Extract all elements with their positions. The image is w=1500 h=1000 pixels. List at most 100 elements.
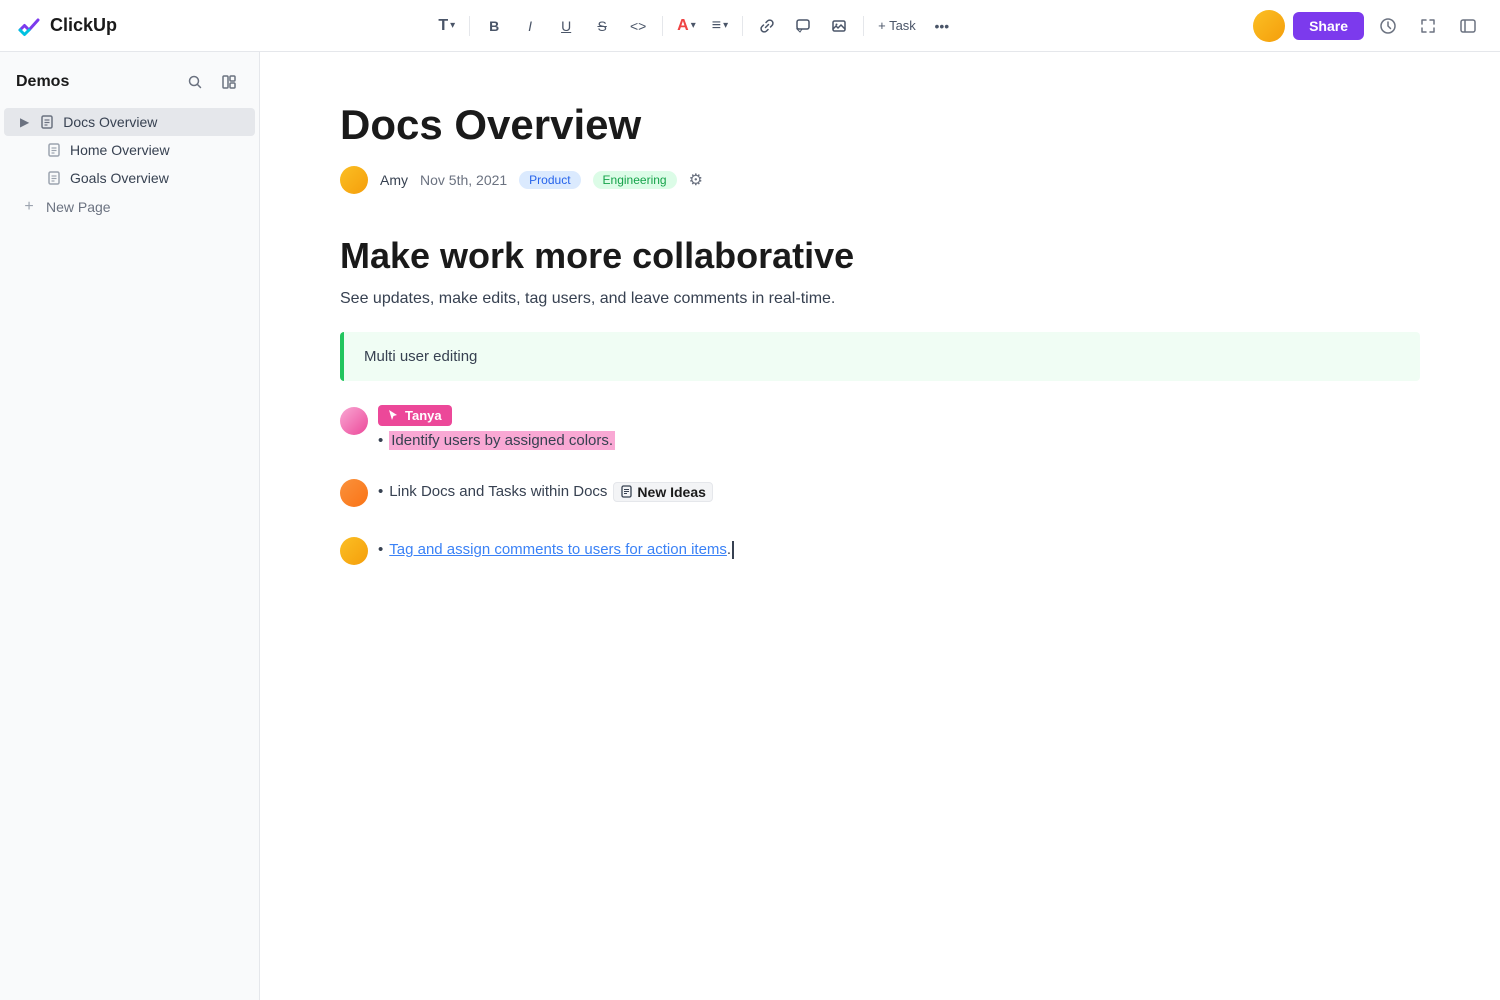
cursor-tanya: Tanya <box>378 405 452 426</box>
goals-docs-icon <box>46 170 62 186</box>
author-name: Amy <box>380 172 408 188</box>
workspace-title: Demos <box>16 73 69 91</box>
list-item-3-content: • Tag and assign comments to users for a… <box>378 541 1420 559</box>
sidebar-goals-overview-label: Goals Overview <box>70 170 169 186</box>
sidebar-toggle-button[interactable] <box>1452 10 1484 42</box>
layout-icon <box>221 74 237 90</box>
comment-icon <box>795 18 811 34</box>
separator-3 <box>742 16 743 36</box>
list-item-1-text: • Identify users by assigned colors. <box>378 432 1420 449</box>
sidebar-new-page[interactable]: + New Page <box>4 192 255 222</box>
bullet-2: • <box>378 483 383 500</box>
toolbar-right: Share <box>1253 10 1484 42</box>
bullet-1: • <box>378 432 383 449</box>
app-logo[interactable]: ClickUp <box>16 12 117 40</box>
code-button[interactable]: <> <box>622 10 654 42</box>
docs-icon <box>39 114 55 130</box>
section-heading: Make work more collaborative <box>340 234 1420 277</box>
toolbar-formatting: T ▾ B I U S <> A ▾ ≡ ▾ <box>145 10 1245 42</box>
more-button[interactable]: ••• <box>926 10 958 42</box>
sidebar-item-docs-overview[interactable]: ▶ Docs Overview <box>4 108 255 136</box>
author-avatar <box>340 166 368 194</box>
avatar-amy-list <box>340 537 368 565</box>
sidebar-icon <box>1459 17 1477 35</box>
tag-product[interactable]: Product <box>519 171 580 189</box>
italic-button[interactable]: I <box>514 10 546 42</box>
home-docs-icon <box>46 142 62 158</box>
separator-2 <box>662 16 663 36</box>
clock-icon <box>1379 17 1397 35</box>
underline-button[interactable]: U <box>550 10 582 42</box>
sidebar-item-home-overview[interactable]: Home Overview <box>4 136 255 164</box>
sidebar-item-goals-overview[interactable]: Goals Overview <box>4 164 255 192</box>
callout-block: Multi user editing <box>340 332 1420 381</box>
time-button[interactable] <box>1372 10 1404 42</box>
expand-button[interactable] <box>1412 10 1444 42</box>
sidebar-layout-button[interactable] <box>215 68 243 96</box>
align-dropdown-arrow: ▾ <box>723 20 728 31</box>
expand-icon <box>1419 17 1437 35</box>
avatar-ivan <box>340 479 368 507</box>
search-icon <box>187 74 203 90</box>
highlight-text-1: Identify users by assigned colors. <box>389 431 615 450</box>
doc-link-chip[interactable]: New Ideas <box>613 482 712 502</box>
list-item-2: • Link Docs and Tasks within Docs New Id… <box>340 477 1420 507</box>
sidebar: Demos ▶ <box>0 52 260 1000</box>
sidebar-arrow-docs: ▶ <box>20 115 29 129</box>
strikethrough-button[interactable]: S <box>586 10 618 42</box>
color-dropdown-arrow: ▾ <box>691 20 696 31</box>
list-item-3-text: • Tag and assign comments to users for a… <box>378 541 1420 559</box>
callout-text: Multi user editing <box>364 348 477 365</box>
doc-meta: Amy Nov 5th, 2021 Product Engineering ⚙ <box>340 166 1420 194</box>
bold-button[interactable]: B <box>478 10 510 42</box>
sidebar-header-icons <box>181 68 243 96</box>
comment-button[interactable] <box>787 10 819 42</box>
image-button[interactable] <box>823 10 855 42</box>
text-format-button[interactable]: T ▾ <box>432 10 461 42</box>
tag-engineering[interactable]: Engineering <box>593 171 677 189</box>
toolbar: ClickUp T ▾ B I U S <> A ▾ ≡ ▾ <box>0 0 1500 52</box>
text-cursor <box>732 541 734 559</box>
color-button[interactable]: A ▾ <box>671 10 702 42</box>
link-icon <box>759 18 775 34</box>
content-area: Docs Overview Amy Nov 5th, 2021 Product … <box>260 52 1500 1000</box>
avatar-tanya <box>340 407 368 435</box>
add-task-button[interactable]: + Task <box>872 10 922 42</box>
bullet-3: • <box>378 541 383 558</box>
doc-chip-icon <box>620 485 633 498</box>
color-a-icon: A <box>677 17 689 35</box>
separator-1 <box>469 16 470 36</box>
main-area: Demos ▶ <box>0 52 1500 1000</box>
tanya-cursor-icon <box>388 409 398 421</box>
sidebar-docs-overview-label: Docs Overview <box>63 114 157 130</box>
doc-link-label: New Ideas <box>637 484 705 500</box>
sidebar-home-overview-label: Home Overview <box>70 142 170 158</box>
share-button[interactable]: Share <box>1293 12 1364 40</box>
period: . <box>727 541 731 558</box>
list-item-2-content: • Link Docs and Tasks within Docs New Id… <box>378 482 1420 502</box>
new-page-label: New Page <box>46 199 111 215</box>
tag-assign-text: Tag and assign comments to users for act… <box>389 541 727 558</box>
app-logo-text: ClickUp <box>50 15 117 36</box>
add-task-label: + Task <box>878 18 916 33</box>
user-avatar[interactable] <box>1253 10 1285 42</box>
cursor-tanya-label: Tanya <box>405 408 442 423</box>
list-item-1: Tanya • Identify users by assigned colors… <box>340 405 1420 449</box>
doc-title: Docs Overview <box>340 100 1420 150</box>
list-item-2-text: • Link Docs and Tasks within Docs New Id… <box>378 482 1420 502</box>
text-icon: T <box>438 17 448 35</box>
link-button[interactable] <box>751 10 783 42</box>
section-subtitle: See updates, make edits, tag users, and … <box>340 290 1420 308</box>
align-button[interactable]: ≡ ▾ <box>706 10 734 42</box>
text-dropdown-arrow: ▾ <box>450 20 455 31</box>
sidebar-search-button[interactable] <box>181 68 209 96</box>
sidebar-header: Demos <box>0 68 259 108</box>
image-icon <box>831 18 847 34</box>
doc-date: Nov 5th, 2021 <box>420 172 507 188</box>
list-item-2-label: Link Docs and Tasks within Docs <box>389 483 607 500</box>
new-page-plus-icon: + <box>20 198 38 216</box>
clickup-logo-icon <box>16 12 44 40</box>
separator-4 <box>863 16 864 36</box>
list-item-1-content: Tanya • Identify users by assigned colors… <box>378 405 1420 449</box>
meta-settings-icon[interactable]: ⚙ <box>689 170 703 190</box>
